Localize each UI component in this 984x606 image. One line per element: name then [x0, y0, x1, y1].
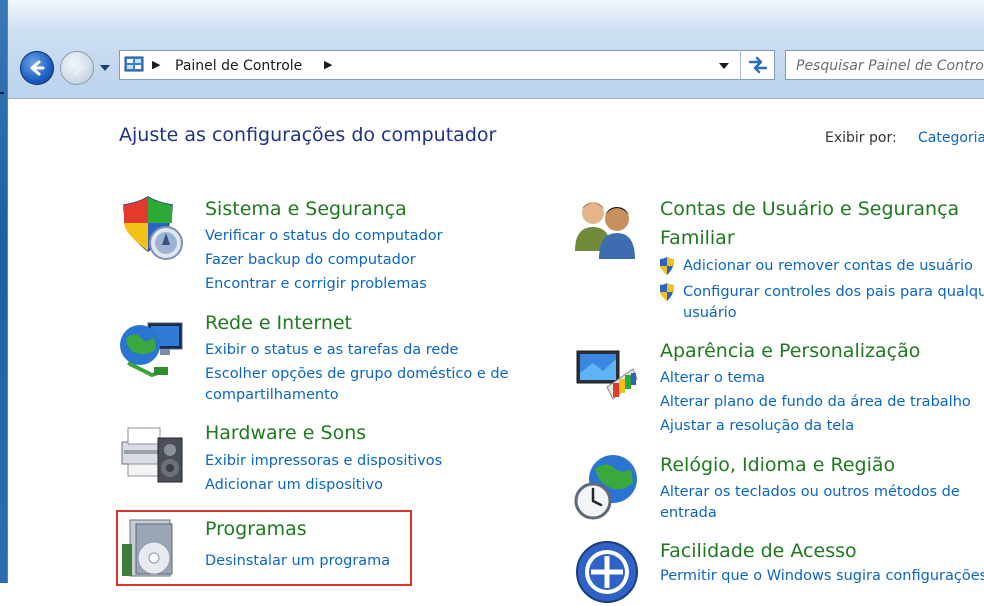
link-find-fix-problems[interactable]: Encontrar e corrigir problemas [205, 276, 427, 292]
chevron-down-icon [100, 65, 110, 71]
link-view-network-status[interactable]: Exibir o status e as tarefas da rede [205, 342, 458, 358]
uac-shield-icon [660, 257, 674, 275]
chevron-down-icon [719, 62, 729, 69]
view-by-label: Exibir por: [825, 130, 897, 146]
link-parental-controls-cont[interactable]: usuário [683, 305, 737, 321]
uac-shield-icon [660, 283, 674, 301]
control-panel-icon [124, 56, 144, 72]
navigation-bar: ▶ Painel de Controle ▶ [8, 0, 984, 99]
link-change-desktop-background[interactable]: Alterar plano de fundo da área de trabal… [660, 394, 971, 410]
address-bar[interactable]: ▶ Painel de Controle ▶ [119, 50, 775, 80]
link-adjust-resolution[interactable]: Ajustar a resolução da tela [660, 418, 854, 434]
highlight-box [116, 510, 412, 586]
forward-button[interactable] [60, 51, 94, 85]
link-change-keyboards-cont[interactable]: entrada [660, 505, 717, 521]
category-title-user-accounts[interactable]: Contas de Usuário e Segurança [660, 198, 959, 220]
link-backup-computer[interactable]: Fazer backup do computador [205, 252, 416, 268]
category-title-user-accounts-cont[interactable]: Familiar [660, 227, 735, 249]
category-title-clock-region[interactable]: Relógio, Idioma e Região [660, 454, 895, 476]
link-add-remove-accounts[interactable]: Adicionar ou remover contas de usuário [683, 258, 973, 274]
recent-pages-dropdown[interactable] [99, 62, 111, 74]
breadcrumb-separator-icon[interactable]: ▶ [324, 58, 332, 71]
search-box[interactable] [785, 50, 984, 80]
refresh-button[interactable] [740, 50, 774, 80]
shield-icon [123, 196, 183, 260]
page-title: Ajuste as configurações do computador [119, 124, 497, 146]
breadcrumb-separator-icon[interactable]: ▶ [152, 58, 160, 71]
link-change-theme[interactable]: Alterar o tema [660, 370, 765, 386]
link-parental-controls[interactable]: Configurar controles dos pais para qualq… [683, 284, 984, 300]
printer-speaker-icon [121, 427, 183, 483]
ease-of-access-icon [576, 541, 638, 603]
link-check-computer-status[interactable]: Verificar o status do computador [205, 228, 443, 244]
address-dropdown-button[interactable] [717, 59, 731, 73]
link-homegroup-options-cont[interactable]: compartilhamento [205, 387, 339, 403]
category-title-system-security[interactable]: Sistema e Segurança [205, 198, 407, 220]
back-button[interactable] [20, 51, 54, 85]
search-input[interactable] [794, 56, 984, 76]
desktop-edge [0, 0, 7, 583]
globe-clock-icon [574, 455, 637, 520]
category-title-network-internet[interactable]: Rede e Internet [205, 312, 352, 334]
link-add-device[interactable]: Adicionar um dispositivo [205, 477, 383, 493]
category-title-hardware-sound[interactable]: Hardware e Sons [205, 422, 366, 444]
breadcrumb-control-panel[interactable]: Painel de Controle [175, 58, 302, 74]
refresh-icon [748, 56, 767, 74]
control-panel-window: ▶ Painel de Controle ▶ Ajuste as configu… [7, 0, 984, 603]
users-icon [575, 202, 635, 259]
monitor-palette-icon [576, 350, 638, 400]
category-title-ease-of-access[interactable]: Facilidade de Acesso [660, 540, 857, 562]
link-homegroup-options[interactable]: Escolher opções de grupo doméstico e de [205, 366, 509, 382]
network-globe-icon [120, 322, 183, 378]
view-by-dropdown[interactable]: Categoria [918, 130, 984, 146]
link-view-printers-devices[interactable]: Exibir impressoras e dispositivos [205, 453, 442, 469]
link-change-keyboards[interactable]: Alterar os teclados ou outros métodos de [660, 484, 960, 500]
back-arrow-icon [30, 60, 45, 76]
category-title-appearance[interactable]: Aparência e Personalização [660, 340, 920, 362]
forward-arrow-icon [69, 60, 84, 76]
link-windows-suggest-settings[interactable]: Permitir que o Windows sugira configuraç… [660, 568, 984, 584]
